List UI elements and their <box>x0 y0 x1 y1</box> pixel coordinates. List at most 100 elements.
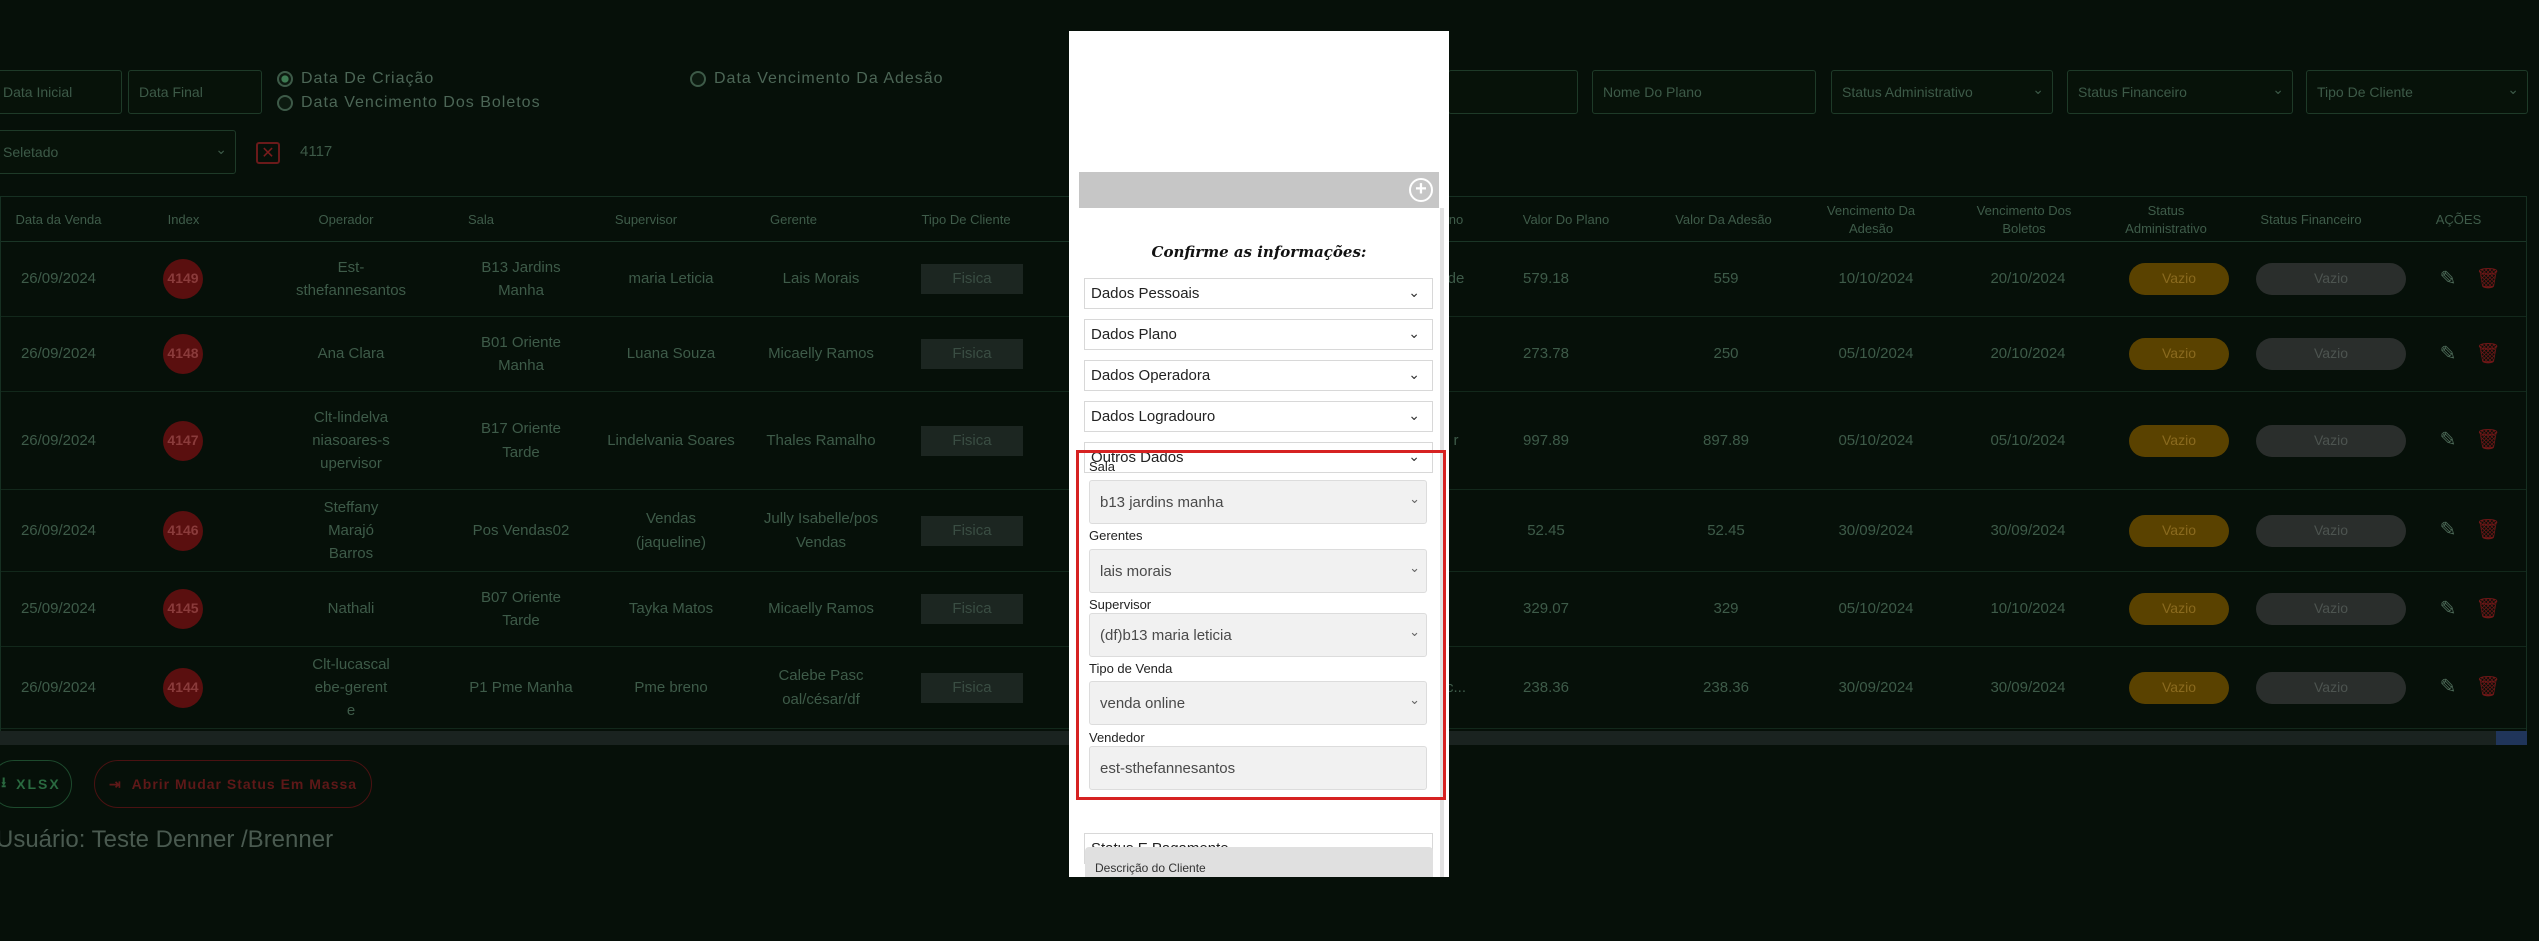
cell-status-adm: Vazio <box>2129 647 2229 728</box>
cell-index: 4146 <box>163 490 203 571</box>
status-financeiro-select[interactable]: Status Financeiro <box>2067 70 2293 114</box>
th-venc-boletos[interactable]: Vencimento Dos Boletos <box>1969 197 2079 242</box>
th-status-adm[interactable]: Status Administrativo <box>2116 197 2216 242</box>
edit-icon[interactable]: ✎ <box>2436 490 2460 571</box>
modal-header-bar: + <box>1079 172 1439 208</box>
clear-selection-icon[interactable]: ✕ <box>256 142 280 164</box>
status-adm-pill[interactable]: Vazio <box>2129 671 2229 704</box>
status-adm-pill[interactable]: Vazio <box>2129 593 2229 625</box>
status-adm-pill[interactable]: Vazio <box>2129 338 2229 370</box>
tipo-venda-label: Tipo de Venda <box>1089 661 1173 676</box>
cell-valor-plano: 997.89 <box>1523 431 1569 449</box>
th-sala[interactable]: Sala <box>446 197 516 242</box>
cell-venc-adesao: 30/09/2024 <box>1838 678 1914 696</box>
filter-field-hidden[interactable] <box>1448 70 1578 114</box>
th-valor-adesao[interactable]: Valor Da Adesão <box>1661 197 1786 242</box>
cell-venc-boletos: 05/10/2024 <box>1990 431 2066 449</box>
download-icon: ⭳ <box>1 774 9 790</box>
section-dados-pessoais[interactable]: Dados Pessoais ⌄ <box>1084 278 1433 309</box>
mass-status-button[interactable]: ⇥ Abrir Mudar Status Em Massa <box>94 760 372 808</box>
trash-icon[interactable]: 🗑 <box>2475 317 2500 391</box>
th-venc-adesao[interactable]: Vencimento Da Adesão <box>1816 197 1926 242</box>
status-fin-pill[interactable]: Vazio <box>2256 593 2406 625</box>
supervisor-label: Supervisor <box>1089 597 1152 612</box>
section-dados-logradouro[interactable]: Dados Logradouro ⌄ <box>1084 401 1433 432</box>
cell-operador: Ana Clara <box>317 345 385 363</box>
gerentes-select[interactable]: lais morais <box>1089 549 1427 593</box>
cell-valor-adesao: 559 <box>1713 270 1739 288</box>
status-adm-pill[interactable]: Vazio <box>2129 263 2229 295</box>
plus-icon[interactable]: + <box>1409 178 1433 202</box>
cell-valor-plano: 273.78 <box>1523 345 1569 363</box>
section-dados-plano[interactable]: Dados Plano ⌄ <box>1084 319 1433 350</box>
th-supervisor[interactable]: Supervisor <box>601 197 691 242</box>
selecionado-select[interactable]: Seletado <box>0 130 236 174</box>
cell-data-venda: 26/09/2024 <box>20 521 97 539</box>
edit-icon[interactable]: ✎ <box>2436 242 2460 316</box>
radio-data-vencimento-adesao[interactable]: Data Vencimento Da Adesão <box>690 70 944 88</box>
index-badge: 4144 <box>163 667 203 708</box>
th-data-venda[interactable]: Data da Venda <box>1 197 116 242</box>
th-tipo-cliente[interactable]: Tipo De Cliente <box>901 197 1031 242</box>
index-badge: 4149 <box>163 259 203 299</box>
data-final-placeholder: Data Final <box>139 84 203 100</box>
th-status-fin[interactable]: Status Financeiro <box>2241 197 2381 242</box>
trash-icon[interactable]: 🗑 <box>2475 392 2500 489</box>
cell-venc-adesao: 05/10/2024 <box>1838 431 1914 449</box>
trash-icon[interactable]: 🗑 <box>2475 242 2500 316</box>
status-fin-pill[interactable]: Vazio <box>2256 263 2406 295</box>
edit-icon[interactable]: ✎ <box>2436 317 2460 391</box>
cell-venc-boletos: 30/09/2024 <box>1990 521 2066 539</box>
radio-data-vencimento-boletos[interactable]: Data Vencimento Dos Boletos <box>277 94 541 112</box>
nome-do-plano-input[interactable]: Nome Do Plano <box>1592 70 1816 114</box>
cell-valor-adesao: 238.36 <box>1703 678 1749 696</box>
vendedor-input[interactable]: est-sthefannesantos <box>1089 746 1427 790</box>
tipo-venda-select[interactable]: venda online <box>1089 681 1427 725</box>
status-fin-pill[interactable]: Vazio <box>2256 514 2406 547</box>
supervisor-select[interactable]: (df)b13 maria leticia <box>1089 613 1427 657</box>
radio-label: Data De Criação <box>301 70 435 87</box>
status-adm-pill[interactable]: Vazio <box>2129 424 2229 457</box>
edit-icon[interactable]: ✎ <box>2436 572 2460 646</box>
cell-tipo: Fisica <box>921 392 1023 489</box>
trash-icon[interactable]: 🗑 <box>2475 572 2500 646</box>
tipo-de-cliente-select[interactable]: Tipo De Cliente <box>2306 70 2528 114</box>
index-badge: 4147 <box>163 420 203 461</box>
status-fin-pill[interactable]: Vazio <box>2256 338 2406 370</box>
export-xlsx-button[interactable]: ⭳ XLSX <box>0 760 72 808</box>
data-final-input[interactable]: Data Final <box>128 70 262 114</box>
cell-data-venda: 26/09/2024 <box>20 431 97 449</box>
status-administrativo-placeholder: Status Administrativo <box>1842 84 1973 100</box>
status-fin-pill[interactable]: Vazio <box>2256 671 2406 704</box>
selecionado-value: Seletado <box>3 144 59 160</box>
cell-supervisor: Luana Souza <box>626 345 716 363</box>
th-gerente[interactable]: Gerente <box>751 197 836 242</box>
cell-tipo: Fisica <box>921 317 1023 391</box>
selected-count: 4117 <box>300 143 333 160</box>
th-operador[interactable]: Operador <box>291 197 401 242</box>
trash-icon[interactable]: 🗑 <box>2475 490 2500 571</box>
th-valor-plano[interactable]: Valor Do Plano <box>1511 197 1621 242</box>
status-fin-pill[interactable]: Vazio <box>2256 424 2406 457</box>
radio-data-criacao[interactable]: Data De Criação <box>277 70 434 88</box>
xlsx-label: XLSX <box>16 776 61 792</box>
vendedor-label: Vendedor <box>1089 730 1145 745</box>
scrollbar-thumb[interactable] <box>2496 731 2527 745</box>
edit-icon[interactable]: ✎ <box>2436 392 2460 489</box>
edit-icon[interactable]: ✎ <box>2436 647 2460 728</box>
tipo-pill: Fisica <box>921 425 1023 456</box>
index-badge: 4148 <box>163 334 203 374</box>
cell-venc-adesao: 05/10/2024 <box>1838 600 1914 618</box>
sala-select[interactable]: b13 jardins manha <box>1089 480 1427 524</box>
status-adm-pill[interactable]: Vazio <box>2129 514 2229 547</box>
status-administrativo-select[interactable]: Status Administrativo <box>1831 70 2053 114</box>
data-inicial-input[interactable]: Data Inicial <box>0 70 122 114</box>
cell-valor-plano: 579.18 <box>1523 270 1569 288</box>
descricao-cliente-field[interactable]: Descrição do Cliente <box>1085 847 1433 877</box>
section-dados-operadora[interactable]: Dados Operadora ⌄ <box>1084 360 1433 391</box>
trash-icon[interactable]: 🗑 <box>2475 647 2500 728</box>
user-label: Usuário: Teste Denner /Brenner <box>0 826 334 853</box>
radio-dot <box>277 95 293 111</box>
cell-operador: Clt-lindelvaniasoares-supervisor <box>312 408 390 473</box>
th-index[interactable]: Index <box>141 197 226 242</box>
